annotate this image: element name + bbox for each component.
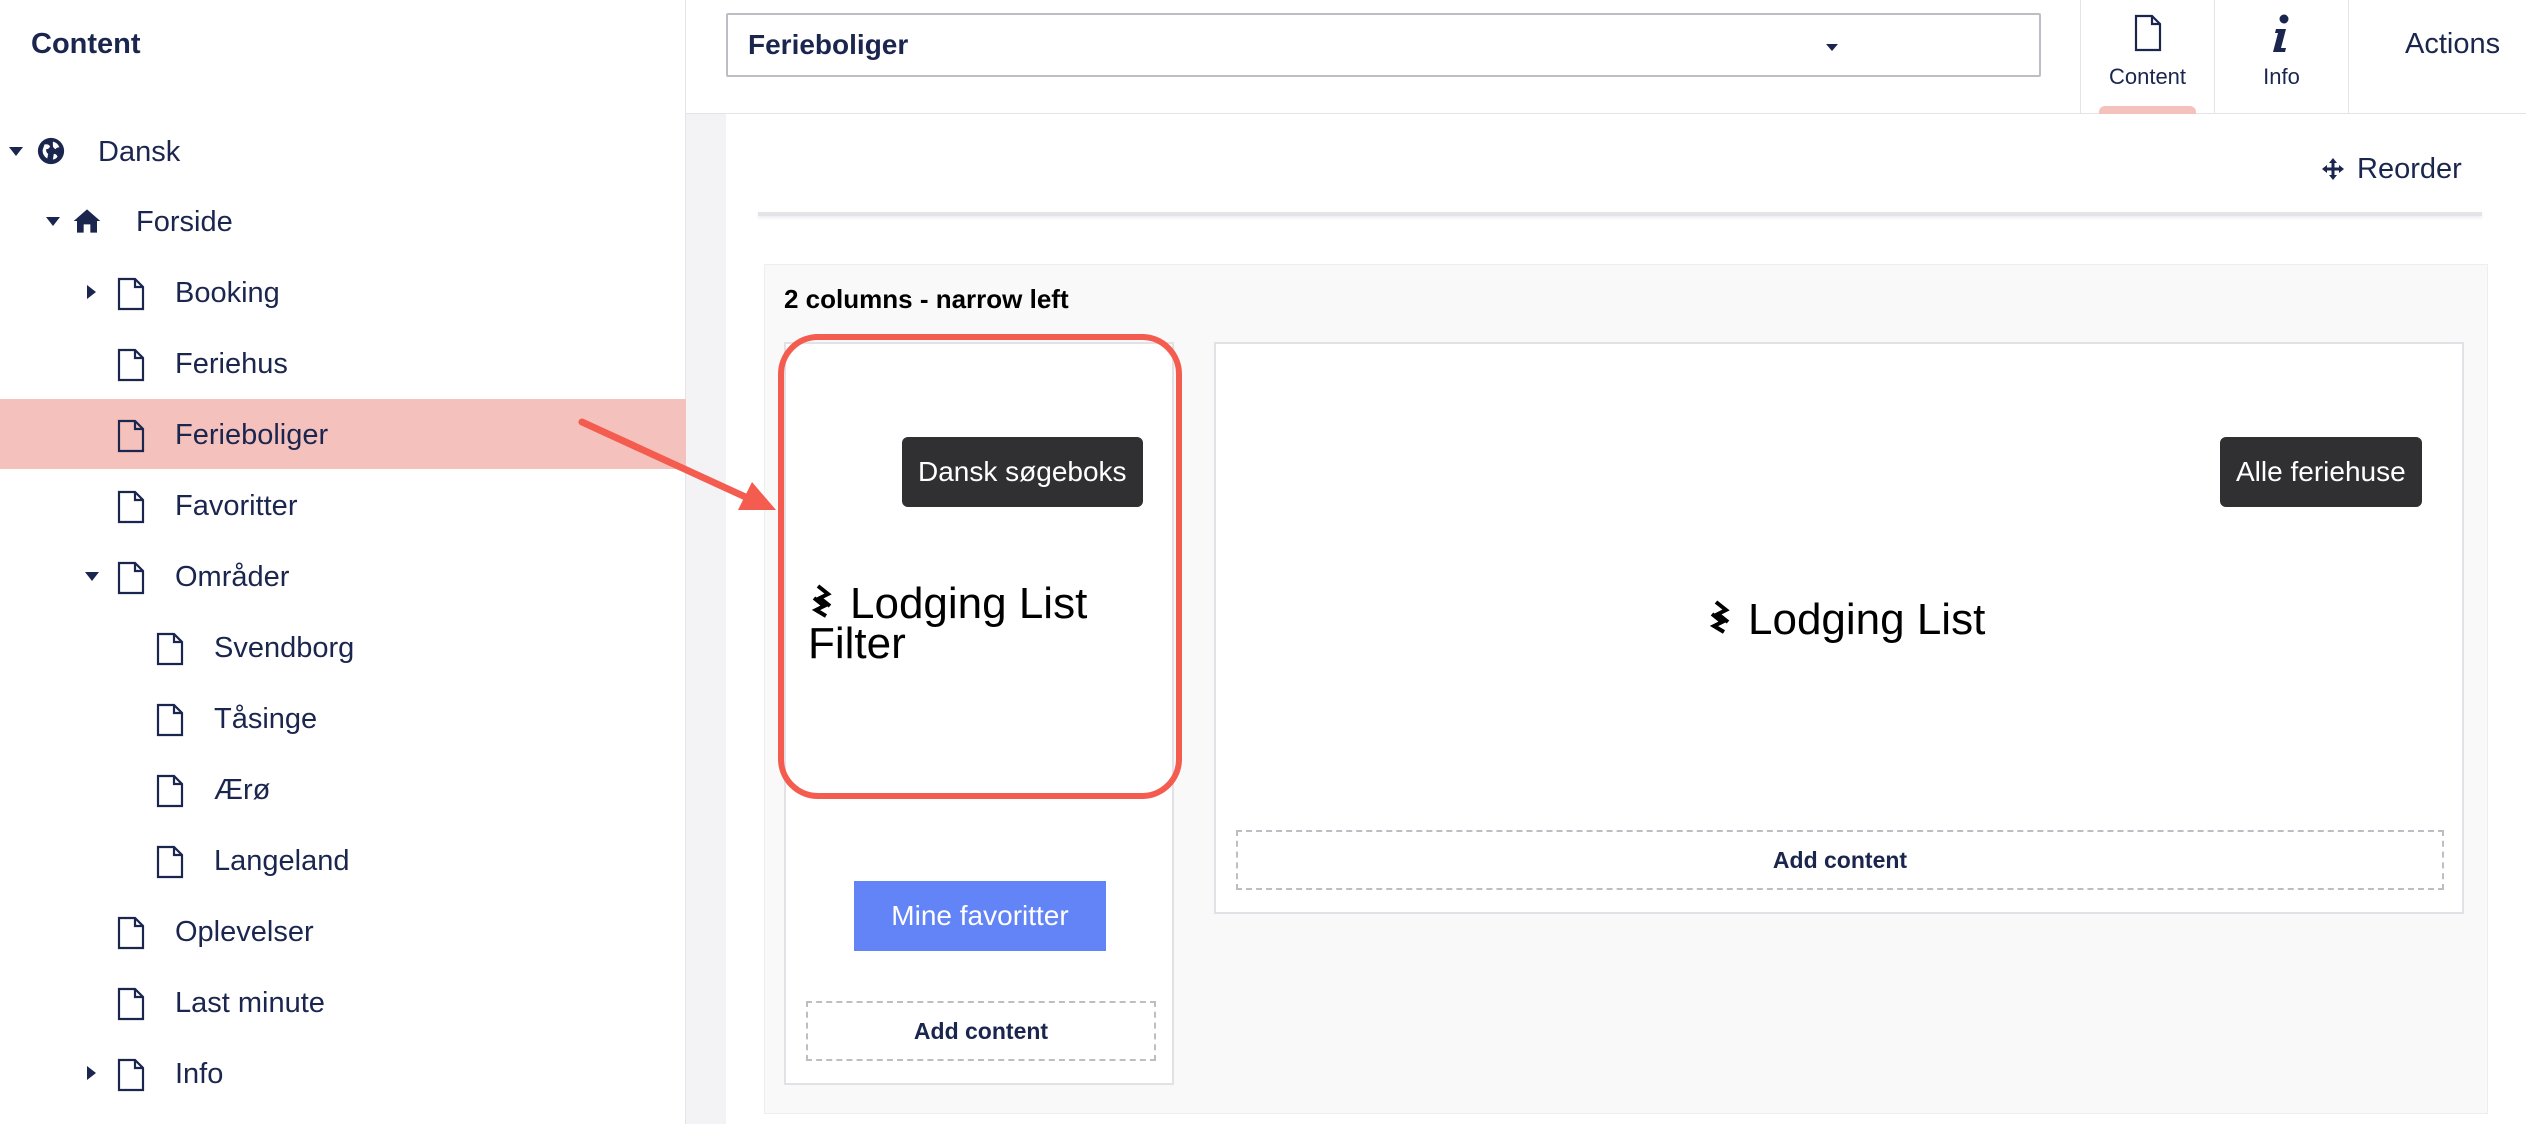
sidebar-title: Content	[31, 28, 141, 60]
block-label-alle-feriehuse: Alle feriehuse	[2220, 437, 2422, 507]
caret-down-icon[interactable]	[85, 572, 99, 581]
tab-content[interactable]: Content	[2080, 0, 2214, 114]
tree-item-label: Info	[175, 1058, 224, 1090]
document-icon	[117, 419, 145, 453]
content-tree-sidebar: Content Dansk Forside Booking Feriehus F…	[0, 0, 686, 1124]
block-type-icon	[811, 584, 832, 618]
tree-item-label: Feriehus	[175, 348, 288, 380]
tab-info[interactable]: Info	[2214, 0, 2348, 114]
tree-item-label: Svendborg	[214, 632, 355, 664]
tree-item-label: Ferieboliger	[175, 419, 329, 451]
document-icon	[117, 561, 145, 595]
move-icon	[2322, 158, 2344, 180]
document-icon	[117, 987, 145, 1021]
tree-item-ferieboliger[interactable]: Ferieboliger	[0, 399, 686, 469]
lodging-list-filter-block[interactable]: Lodging List Filter	[808, 582, 1087, 666]
caret-down-icon[interactable]	[46, 217, 60, 226]
document-icon	[2134, 14, 2161, 52]
document-icon	[156, 632, 184, 666]
block-label-dansk-sogeboks: Dansk søgeboks	[902, 437, 1143, 507]
caret-right-icon[interactable]	[87, 1066, 96, 1080]
tree-item-label: Områder	[175, 561, 290, 593]
tree-item-oplevelser[interactable]: Oplevelser	[0, 896, 686, 966]
tree-item-label: Tåsinge	[214, 703, 318, 735]
tree-item-label: Ærø	[214, 774, 271, 806]
tree-item-label: Langeland	[214, 845, 350, 877]
add-content-button-left[interactable]: Add content	[806, 1001, 1156, 1061]
tree-item-langeland[interactable]: Langeland	[0, 825, 686, 895]
tab-label: Info	[2263, 64, 2300, 89]
caret-down-icon[interactable]	[9, 147, 23, 156]
tree-item-label: Booking	[175, 277, 280, 309]
tree-item-booking[interactable]: Booking	[0, 257, 686, 327]
tree-item-feriehus[interactable]: Feriehus	[0, 328, 686, 398]
globe-icon	[37, 137, 65, 165]
left-column: Dansk søgeboks Lodging List Filter Mine …	[784, 342, 1174, 1085]
lodging-list-block[interactable]: Lodging List	[1706, 598, 1985, 642]
tree-item-tasinge[interactable]: Tåsinge	[0, 683, 686, 753]
active-tab-indicator	[2099, 106, 2196, 114]
actions-button[interactable]: Actions	[2348, 0, 2508, 114]
document-icon	[156, 703, 184, 737]
tree-item-favoritter[interactable]: Favoritter	[0, 470, 686, 540]
document-icon	[117, 490, 145, 524]
document-icon	[117, 277, 145, 311]
document-icon	[117, 916, 145, 950]
editor-panel: Reorder 2 columns - narrow left Dansk sø…	[726, 114, 2526, 1124]
tree-item-label: Forside	[136, 206, 233, 238]
home-icon	[73, 209, 101, 233]
block-title-line2: Filter	[808, 619, 906, 668]
tree-item-dansk[interactable]: Dansk	[0, 116, 686, 186]
tree-item-last-minute[interactable]: Last minute	[0, 967, 686, 1037]
reorder-button[interactable]: Reorder	[2321, 144, 2462, 194]
tree-item-svendborg[interactable]: Svendborg	[0, 612, 686, 682]
actions-label: Actions	[2405, 28, 2501, 60]
add-content-button-right[interactable]: Add content	[1236, 830, 2444, 890]
document-icon	[156, 845, 184, 879]
tab-label: Content	[2108, 64, 2187, 89]
info-icon	[2272, 14, 2288, 52]
document-icon	[156, 774, 184, 808]
block-title: Lodging List	[1748, 595, 1986, 644]
editor-main: Reorder 2 columns - narrow left Dansk sø…	[686, 114, 2526, 1124]
tree-item-label: Favoritter	[175, 490, 298, 522]
tree-item-aero[interactable]: Ærø	[0, 754, 686, 824]
tree-item-forside[interactable]: Forside	[0, 186, 686, 256]
reorder-label: Reorder	[2357, 152, 2462, 185]
node-name-input[interactable]	[726, 13, 2041, 77]
tree-item-label: Last minute	[175, 987, 325, 1019]
tree-item-omrader[interactable]: Områder	[0, 541, 686, 611]
editor-header: Content Info Actions	[686, 0, 2526, 114]
chevron-down-icon	[1826, 44, 1838, 51]
tree-item-info[interactable]: Info	[0, 1038, 686, 1108]
document-icon	[117, 348, 145, 382]
tree-item-label: Dansk	[98, 136, 181, 168]
document-icon	[117, 1058, 145, 1092]
caret-right-icon[interactable]	[87, 285, 96, 299]
toolbar-divider	[758, 212, 2482, 216]
mine-favoritter-button[interactable]: Mine favoritter	[854, 881, 1106, 951]
layout-title: 2 columns - narrow left	[784, 284, 1069, 314]
block-type-icon	[1709, 600, 1730, 634]
right-column: Alle feriehuse Lodging List Add content	[1214, 342, 2464, 914]
tree-item-label: Oplevelser	[175, 916, 314, 948]
